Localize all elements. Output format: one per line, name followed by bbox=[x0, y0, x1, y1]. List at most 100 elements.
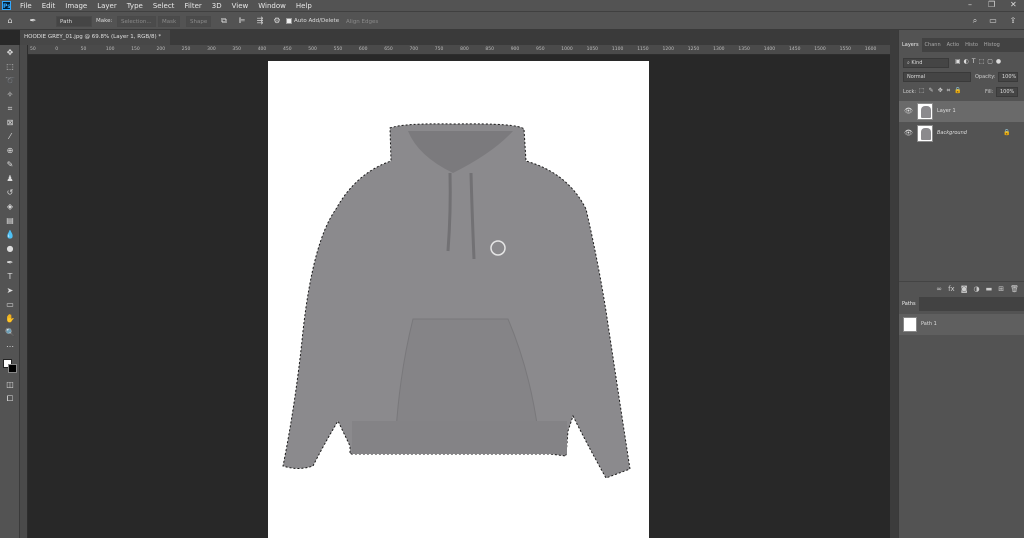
close-window-button[interactable]: ✕ bbox=[1010, 0, 1017, 9]
opacity-input[interactable]: 100% bbox=[998, 72, 1018, 82]
ruler-tick-label: 1600 bbox=[864, 47, 877, 52]
fill-input[interactable]: 100% bbox=[996, 87, 1018, 97]
hand-tool-icon[interactable]: ✋ bbox=[3, 313, 17, 325]
lasso-tool-icon[interactable]: ➰ bbox=[3, 75, 17, 87]
ruler-tick-label: 1200 bbox=[662, 47, 674, 52]
workspace-icon[interactable]: ▭ bbox=[988, 16, 998, 26]
blend-mode-select[interactable]: Normal bbox=[903, 72, 971, 82]
align-edges-option[interactable]: Align Edges bbox=[342, 16, 382, 27]
ruler-tick-label: 800 bbox=[460, 47, 469, 52]
menu-file[interactable]: File bbox=[15, 2, 37, 10]
healing-brush-tool-icon[interactable]: ⊕ bbox=[3, 145, 17, 157]
layer-kind-filter[interactable]: ⌕ Kind bbox=[903, 58, 949, 68]
mask-icon[interactable]: ◙ bbox=[961, 285, 968, 293]
layer-row-layer-1[interactable]: 👁 Layer 1 bbox=[899, 101, 1024, 122]
home-icon[interactable]: ⌂ bbox=[5, 16, 15, 26]
document-tab-title: HOODIE GREY_01.jpg @ 69.8% (Layer 1, RGB… bbox=[24, 34, 162, 40]
layer-name: Layer 1 bbox=[937, 108, 956, 114]
tab-history[interactable]: Histo bbox=[962, 38, 981, 52]
group-icon[interactable]: ▬ bbox=[986, 285, 993, 293]
pen-tool-icon[interactable]: ✒ bbox=[3, 257, 17, 269]
make-mask-button[interactable]: Mask bbox=[158, 16, 181, 27]
share-icon[interactable]: ⇪ bbox=[1008, 16, 1018, 26]
path-selection-tool-icon[interactable]: ➤ bbox=[3, 285, 17, 297]
search-icon[interactable]: ⌕ bbox=[970, 16, 980, 26]
path-alignment-icon[interactable]: ⊫ bbox=[237, 16, 247, 26]
more-tools-icon[interactable]: ⋯ bbox=[3, 341, 17, 353]
tab-channels[interactable]: Chann bbox=[922, 38, 944, 52]
new-layer-icon[interactable]: ⊞ bbox=[998, 285, 1004, 293]
visibility-eye-icon[interactable]: 👁 bbox=[904, 129, 913, 137]
marquee-tool-icon[interactable]: ⬚ bbox=[3, 61, 17, 73]
frame-tool-icon[interactable]: ⊠ bbox=[3, 117, 17, 129]
ruler-tick-label: 250 bbox=[181, 47, 191, 52]
crop-tool-icon[interactable]: ⌗ bbox=[3, 103, 17, 115]
layer-filter-icons[interactable]: ▣◐T⬚▢● bbox=[955, 58, 1004, 65]
tab-layers[interactable]: Layers bbox=[899, 38, 922, 52]
ruler-tick-label: 500 bbox=[308, 47, 317, 52]
quick-mask-icon[interactable]: ◫ bbox=[3, 379, 17, 391]
tab-paths[interactable]: Paths bbox=[899, 297, 919, 311]
history-brush-tool-icon[interactable]: ↺ bbox=[3, 187, 17, 199]
ruler-tick-label: 750 bbox=[434, 47, 444, 52]
menu-type[interactable]: Type bbox=[122, 2, 148, 10]
tab-actions[interactable]: Actio bbox=[944, 38, 963, 52]
lock-options-icons[interactable]: ⬚✎✥⌗🔒 bbox=[919, 87, 966, 95]
path-arrangement-icon[interactable]: ⇶ bbox=[255, 16, 265, 26]
make-shape-button[interactable]: Shape bbox=[186, 16, 212, 27]
restore-button[interactable]: ❐ bbox=[988, 0, 995, 9]
ruler-tick-label: 1450 bbox=[789, 47, 801, 52]
blur-tool-icon[interactable]: 💧 bbox=[3, 229, 17, 241]
menu-filter[interactable]: Filter bbox=[179, 2, 206, 10]
ruler-tick-label: 50 bbox=[80, 47, 87, 52]
layer-row-background[interactable]: 👁 Background 🔒 bbox=[899, 123, 1024, 144]
auto-add-delete-checkbox[interactable] bbox=[286, 18, 292, 24]
adjustment-icon[interactable]: ◑ bbox=[974, 285, 980, 293]
path-mode-select[interactable]: Path bbox=[56, 16, 92, 27]
dodge-tool-icon[interactable]: ● bbox=[3, 243, 17, 255]
path-row-path-1[interactable]: Path 1 bbox=[899, 314, 1024, 335]
menu-window[interactable]: Window bbox=[253, 2, 291, 10]
gear-icon[interactable]: ⚙ bbox=[272, 16, 282, 26]
type-tool-icon[interactable]: T bbox=[3, 271, 17, 283]
ruler-tick-label: 1300 bbox=[713, 47, 725, 52]
pen-tool-preset-icon[interactable]: ✒ bbox=[28, 16, 38, 26]
make-selection-button[interactable]: Selection... bbox=[117, 16, 156, 27]
zoom-tool-icon[interactable]: 🔍 bbox=[3, 327, 17, 339]
menu-view[interactable]: View bbox=[227, 2, 254, 10]
document-canvas[interactable] bbox=[268, 61, 649, 538]
tab-histogram[interactable]: Histog bbox=[981, 38, 1003, 52]
eyedropper-tool-icon[interactable]: ⁄ bbox=[3, 131, 17, 143]
screen-mode-icon[interactable]: ⧠ bbox=[3, 393, 17, 405]
visibility-eye-icon[interactable]: 👁 bbox=[904, 107, 913, 115]
gradient-tool-icon[interactable]: ▤ bbox=[3, 215, 17, 227]
brush-tool-icon[interactable]: ✎ bbox=[3, 159, 17, 171]
ruler-tick-label: 700 bbox=[409, 47, 419, 52]
panel-dock-strip bbox=[890, 30, 898, 538]
clone-stamp-tool-icon[interactable]: ♟ bbox=[3, 173, 17, 185]
menu-select[interactable]: Select bbox=[148, 2, 180, 10]
background-color-swatch[interactable] bbox=[8, 364, 17, 373]
menu-help[interactable]: Help bbox=[291, 2, 317, 10]
menu-3d[interactable]: 3D bbox=[207, 2, 227, 10]
eraser-tool-icon[interactable]: ◈ bbox=[3, 201, 17, 213]
link-icon[interactable]: ∞ bbox=[936, 285, 942, 293]
menu-image[interactable]: Image bbox=[60, 2, 92, 10]
document-tab-bar: HOODIE GREY_01.jpg @ 69.8% (Layer 1, RGB… bbox=[20, 30, 890, 55]
lock-icon: 🔒 bbox=[1003, 129, 1011, 136]
vertical-ruler bbox=[20, 45, 28, 538]
minimize-button[interactable]: – bbox=[968, 0, 972, 9]
move-tool-icon[interactable]: ✥ bbox=[3, 47, 17, 59]
path-name: Path 1 bbox=[921, 321, 937, 327]
document-tab[interactable]: HOODIE GREY_01.jpg @ 69.8% (Layer 1, RGB… bbox=[20, 30, 170, 55]
layer-name: Background bbox=[937, 130, 967, 136]
ruler-tick-label: 1250 bbox=[687, 47, 700, 52]
fx-icon[interactable]: fx bbox=[948, 285, 955, 293]
magic-wand-tool-icon[interactable]: ✧ bbox=[3, 89, 17, 101]
canvas-area[interactable] bbox=[28, 55, 890, 538]
menu-layer[interactable]: Layer bbox=[92, 2, 122, 10]
path-operations-icon[interactable]: ⧉ bbox=[219, 16, 229, 26]
rectangle-tool-icon[interactable]: ▭ bbox=[3, 299, 17, 311]
trash-icon[interactable]: 🗑 bbox=[1010, 285, 1019, 293]
menu-edit[interactable]: Edit bbox=[37, 2, 61, 10]
